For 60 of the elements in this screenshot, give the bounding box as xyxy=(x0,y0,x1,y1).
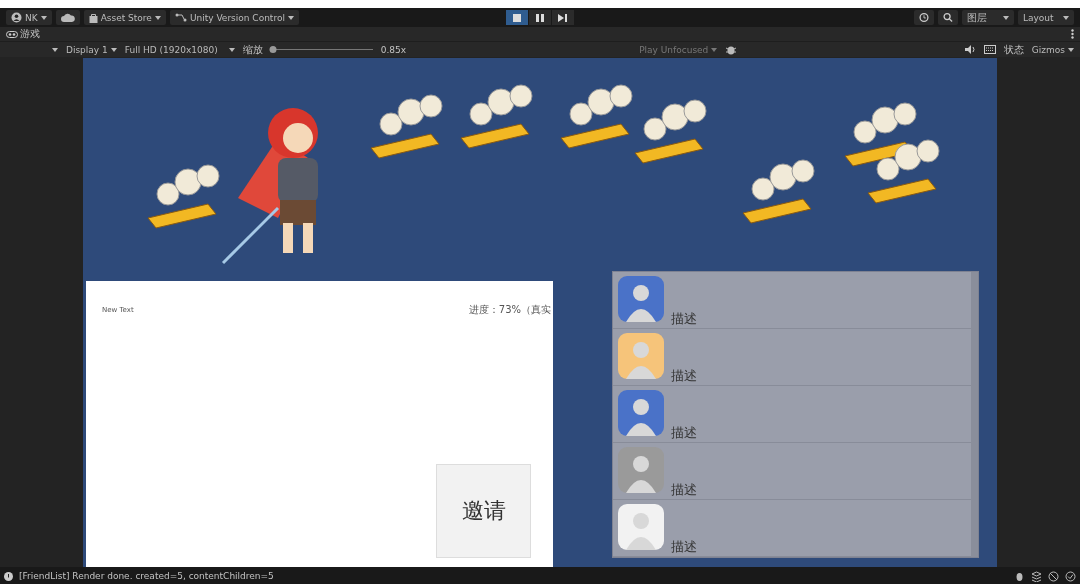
caret-icon xyxy=(1063,15,1069,20)
game-tab[interactable]: 游戏 xyxy=(6,27,40,41)
scrollbar[interactable] xyxy=(971,272,978,557)
history-button[interactable] xyxy=(914,10,934,25)
layout-dropdown[interactable]: Layout xyxy=(1018,10,1074,25)
caret-icon xyxy=(228,47,235,52)
step-button[interactable] xyxy=(552,10,574,25)
caret-icon xyxy=(40,15,47,20)
resolution-dropdown[interactable]: Full HD (1920x1080) xyxy=(124,44,235,55)
user-icon xyxy=(11,12,22,23)
gizmos-dropdown[interactable]: Gizmos xyxy=(1031,44,1074,55)
friend-description: 描述 xyxy=(671,311,697,326)
friend-row[interactable]: 描述 xyxy=(613,272,971,329)
more-icon[interactable] xyxy=(1071,29,1074,39)
friend-row[interactable]: 描述 xyxy=(613,329,971,386)
scale-label: 缩放 xyxy=(242,42,263,57)
play-button[interactable] xyxy=(506,10,528,25)
friend-description: 描述 xyxy=(671,368,697,383)
info-icon xyxy=(4,571,13,581)
caret-icon xyxy=(1068,47,1074,52)
progress-text: 进度：73%（真实 xyxy=(468,303,551,317)
friend-description: 描述 xyxy=(671,482,697,497)
cloud-button[interactable] xyxy=(55,10,80,25)
caret-icon xyxy=(154,15,161,20)
eyes-icon xyxy=(6,30,18,38)
square-icon xyxy=(513,13,521,22)
search-button[interactable] xyxy=(938,10,958,25)
invite-button[interactable]: 邀请 xyxy=(436,464,531,558)
friend-description: 描述 xyxy=(671,425,697,440)
caret-icon xyxy=(110,47,117,52)
display-dropdown[interactable]: Display 1 xyxy=(66,44,117,55)
cloud-icon xyxy=(60,13,75,22)
friend-row[interactable]: 描述 xyxy=(613,386,971,443)
slider-thumb[interactable] xyxy=(269,46,277,53)
step-icon xyxy=(558,13,568,22)
branch-icon xyxy=(174,13,187,22)
speaker-icon[interactable] xyxy=(964,45,976,54)
pause-icon xyxy=(536,13,544,22)
caret-icon xyxy=(287,15,294,20)
keyboard-icon[interactable] xyxy=(983,45,996,54)
caret-icon xyxy=(711,47,718,52)
asset-store-button[interactable]: Asset Store xyxy=(83,10,166,25)
friend-row[interactable]: 描述 xyxy=(613,500,971,557)
version-control-button[interactable]: Unity Version Control xyxy=(169,10,299,25)
caret-icon xyxy=(1003,15,1009,20)
pause-button[interactable] xyxy=(529,10,551,25)
console-message[interactable]: [FriendList] Render done. created=5, contentChildren=5 xyxy=(19,571,274,581)
stats-button[interactable]: 状态 xyxy=(1003,42,1024,57)
scale-reading: 0.85x xyxy=(380,44,407,55)
view-dropdown[interactable] xyxy=(52,47,58,52)
caret-icon xyxy=(52,47,58,52)
search-icon xyxy=(943,12,953,23)
layers-dropdown[interactable]: 图层 xyxy=(962,10,1014,25)
bag-icon xyxy=(88,12,98,23)
friend-row[interactable]: 描述 xyxy=(613,443,971,500)
account-button[interactable]: NK xyxy=(6,10,52,25)
check-icon[interactable] xyxy=(1065,570,1076,582)
friend-description: 描述 xyxy=(671,539,697,554)
clock-icon xyxy=(919,12,929,23)
stack-icon[interactable] xyxy=(1031,570,1042,582)
